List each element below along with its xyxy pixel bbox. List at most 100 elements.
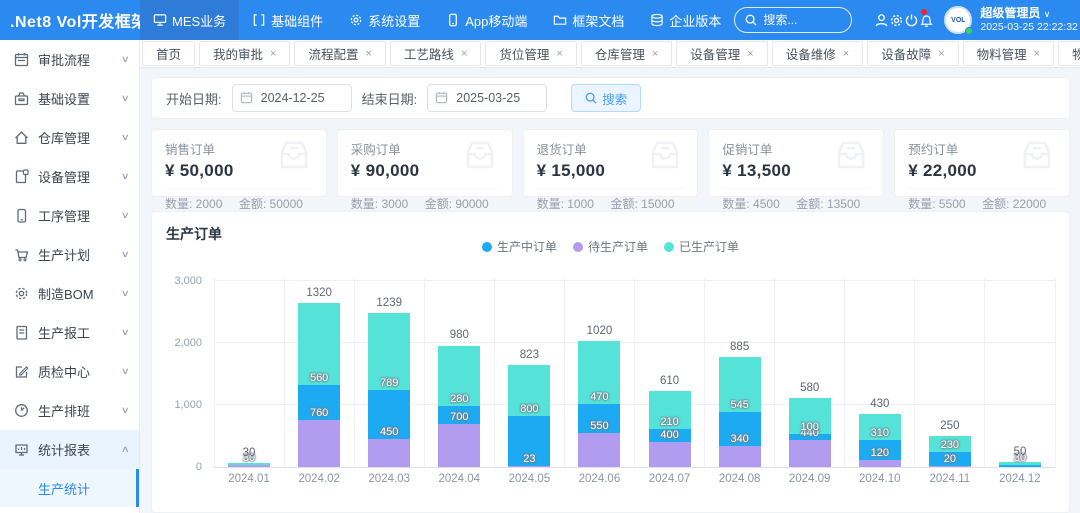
tab-close-icon[interactable]: × <box>461 48 467 60</box>
edit-icon <box>14 364 30 379</box>
main-menu: MES业务基础组件 系统设置 App移动端 框架文档企业版本 <box>140 0 734 40</box>
sidebar-item[interactable]: 工序管理∨ <box>0 196 139 235</box>
tab-close-icon[interactable]: × <box>365 48 371 60</box>
gauge-icon <box>14 403 30 418</box>
tab[interactable]: 工艺路线× <box>390 41 481 66</box>
bar-segment <box>789 440 831 467</box>
tab[interactable]: 首页 <box>142 41 195 66</box>
tab-label: 设备管理 <box>690 44 740 63</box>
sidebar-item[interactable]: 统计报表∧ <box>0 430 139 469</box>
sidebar-item[interactable]: 生产计划∨ <box>0 235 139 274</box>
sidebar-item[interactable]: 审批流程∨ <box>0 40 139 79</box>
tab[interactable]: 设备故障 × <box>867 41 958 66</box>
y-axis-tick: 3,000 <box>162 275 202 287</box>
chart-plot: 3030760560132045078912397002809802380082… <box>214 278 1055 468</box>
legend-item[interactable]: 待生产订单 <box>573 238 648 255</box>
sidebar-item[interactable]: 制造BOM∨ <box>0 274 139 313</box>
bar-segment <box>859 460 901 467</box>
nav-menu-label: 系统设置 <box>368 11 420 30</box>
x-axis-tick: 2024.03 <box>354 473 424 485</box>
tab-close-icon[interactable]: × <box>270 48 276 60</box>
legend-dot <box>573 242 583 252</box>
tab[interactable]: 物料管理× <box>963 41 1054 66</box>
tab-close-icon[interactable]: × <box>1034 48 1040 60</box>
bar-value-label: 823 <box>520 349 539 361</box>
chevron-down-icon: ∨ <box>121 132 130 143</box>
bar-value-label: 980 <box>450 329 469 341</box>
bar-value-label: 1320 <box>306 287 332 299</box>
nav-menu-item[interactable]: 框架文档 <box>540 0 637 40</box>
legend-label: 已生产订单 <box>679 238 739 255</box>
stat-card-qty: 数量: 4500 <box>722 195 796 212</box>
bar-segment <box>649 442 691 467</box>
stat-card-amt: 金额: 22000 <box>982 195 1056 212</box>
end-date-field <box>427 84 547 112</box>
sidebar-item[interactable]: 仓库管理∨ <box>0 118 139 157</box>
inbox-icon <box>462 140 498 170</box>
nav-menu-item[interactable]: App移动端 <box>433 0 540 40</box>
gridline-vertical <box>914 278 915 467</box>
tab[interactable]: 物料分类× <box>1058 41 1080 66</box>
stat-card-amt: 金额: 90000 <box>425 195 499 212</box>
tab-close-icon[interactable]: × <box>556 48 562 60</box>
sidebar-item[interactable]: 生产排班∨ <box>0 391 139 430</box>
chevron-down-icon: ∨ <box>121 366 130 377</box>
stat-card-amt: 金额: 50000 <box>239 195 313 212</box>
filter-bar: 开始日期: 结束日期: 搜索 <box>151 77 1070 119</box>
stat-card-qty: 数量: 1000 <box>537 195 611 212</box>
sidebar-item[interactable]: 设备管理∨ <box>0 157 139 196</box>
sidebar-item[interactable]: 基础设置∨ <box>0 79 139 118</box>
tab-close-icon[interactable]: × <box>843 48 849 60</box>
sidebar-item[interactable]: 质检中心∨ <box>0 352 139 391</box>
tab[interactable]: 设备管理 × <box>676 41 767 66</box>
x-axis-tick: 2024.07 <box>634 473 704 485</box>
bar-value-label: 560 <box>310 372 328 384</box>
tab[interactable]: 设备维修× <box>772 41 863 66</box>
bar-value-label: 23 <box>523 453 535 465</box>
notifications-bell-icon[interactable] <box>919 0 934 40</box>
y-axis-tick: 1,000 <box>162 399 202 411</box>
tab-close-icon[interactable]: × <box>938 48 944 60</box>
search-input[interactable] <box>763 13 843 27</box>
gridline-vertical <box>214 278 215 467</box>
tab-close-icon[interactable]: × <box>747 48 753 60</box>
bar-value-label: 120 <box>871 447 889 459</box>
search-box[interactable] <box>734 7 852 33</box>
tab[interactable]: 货位管理× <box>485 41 576 66</box>
nav-menu-label: 框架文档 <box>572 11 624 30</box>
legend-label: 生产中订单 <box>497 238 557 255</box>
tab[interactable]: 我的审批× <box>199 41 290 66</box>
cog-icon <box>14 286 30 301</box>
calendar-icon <box>14 52 30 67</box>
avatar[interactable]: VOL <box>944 6 972 34</box>
sidebar-item[interactable]: 生产报工∨ <box>0 313 139 352</box>
sidebar-subitem-active[interactable]: 生产统计 <box>0 469 139 507</box>
settings-gear-icon[interactable] <box>889 0 904 40</box>
stat-card-detail-row: 数量: 2000金额: 50000 <box>165 188 313 212</box>
legend-item[interactable]: 已生产订单 <box>664 238 739 255</box>
legend-label: 待生产订单 <box>588 238 648 255</box>
tab[interactable]: 流程配置× <box>294 41 385 66</box>
legend-item[interactable]: 生产中订单 <box>482 238 557 255</box>
nav-menu-item[interactable]: 企业版本 <box>637 0 734 40</box>
bar-segment <box>578 433 620 467</box>
nav-menu-item[interactable]: 系统设置 <box>336 0 433 40</box>
tab-label: 设备故障 <box>881 44 931 63</box>
nav-menu-item[interactable]: 基础组件 <box>239 0 336 40</box>
x-axis-tick: 2024.09 <box>775 473 845 485</box>
chevron-down-icon: ∨ <box>121 210 130 221</box>
tab[interactable]: 仓库管理× <box>581 41 672 66</box>
tab-close-icon[interactable]: × <box>652 48 658 60</box>
sidebar-item-label: 生产计划 <box>38 245 122 264</box>
search-button[interactable]: 搜索 <box>571 84 641 112</box>
power-icon[interactable] <box>904 0 919 40</box>
home-icon <box>14 130 30 145</box>
sidebar-item-label: 仓库管理 <box>38 128 122 147</box>
tablet-icon <box>14 169 30 184</box>
user-info[interactable]: 超级管理员 ∨ 2025-03-25 22:22:32 <box>980 7 1078 34</box>
user-icon[interactable] <box>874 0 889 40</box>
tab-bar: 首页我的审批×流程配置×工艺路线×货位管理×仓库管理×设备管理×设备维修×设备故… <box>140 40 1080 68</box>
nav-menu-item[interactable]: MES业务 <box>140 0 239 40</box>
bar-value-label: 210 <box>660 416 678 428</box>
gridline-vertical <box>424 278 425 467</box>
